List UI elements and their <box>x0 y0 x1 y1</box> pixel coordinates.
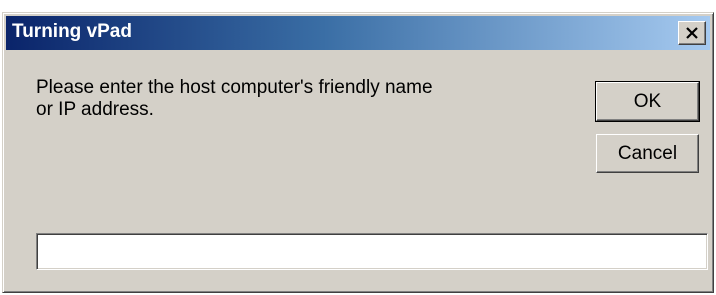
prompt-line-2: or IP address. <box>36 99 154 120</box>
prompt-message: Please enter the host computer's friendl… <box>36 77 576 121</box>
close-icon <box>685 27 699 39</box>
title-bar[interactable]: Turning vPad <box>6 16 710 50</box>
host-name-input[interactable] <box>36 233 708 270</box>
ok-button-label: OK <box>633 90 662 112</box>
cancel-button-label: Cancel <box>617 142 678 164</box>
window-title: Turning vPad <box>12 21 132 42</box>
prompt-line-1: Please enter the host computer's friendl… <box>36 77 433 98</box>
cancel-button[interactable]: Cancel <box>596 134 699 173</box>
ok-button[interactable]: OK <box>595 81 700 122</box>
close-button[interactable] <box>678 21 706 45</box>
host-dialog: Turning vPad Please enter the host compu… <box>2 12 714 293</box>
